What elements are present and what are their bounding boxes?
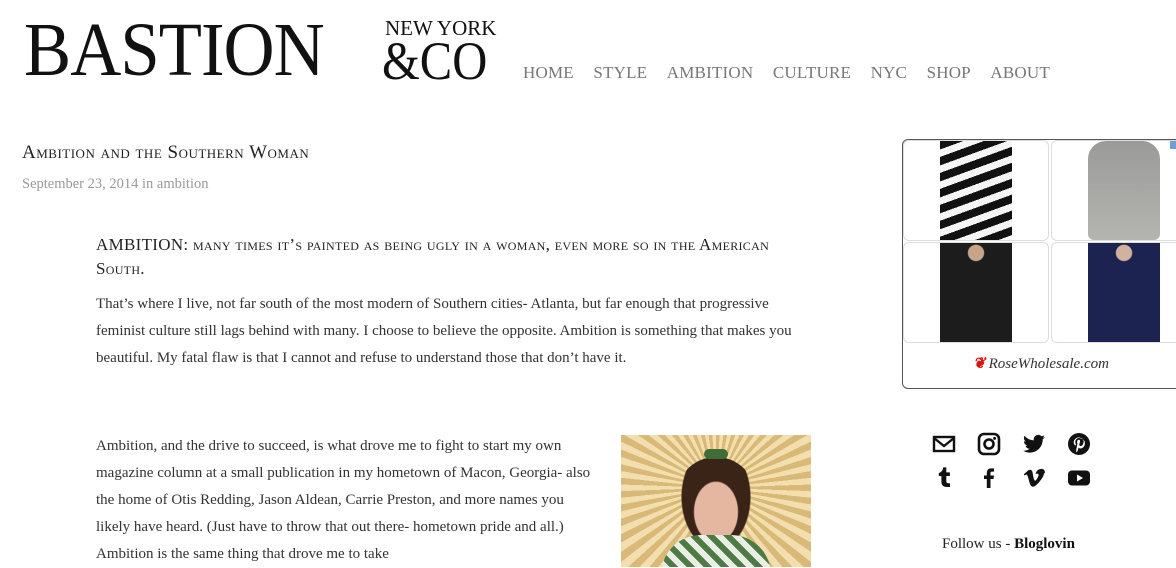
- nav-shop[interactable]: SHOP: [927, 63, 971, 83]
- post-title[interactable]: Ambition and the Southern Woman: [22, 142, 309, 164]
- post-category-link[interactable]: ambition: [157, 176, 209, 192]
- logo-wordmark: BASTION: [24, 8, 325, 92]
- instagram-icon[interactable]: [976, 432, 1002, 456]
- tumblr-icon[interactable]: [931, 466, 957, 490]
- nav-culture[interactable]: CULTURE: [773, 63, 851, 83]
- social-links: [926, 432, 1106, 500]
- nav-nyc[interactable]: NYC: [871, 63, 908, 83]
- pinterest-icon[interactable]: [1066, 432, 1092, 456]
- rose-icon: ❦: [973, 356, 986, 372]
- ad-brand-logo[interactable]: ❦ RoseWholesale.com: [973, 354, 1109, 373]
- email-icon[interactable]: [931, 432, 957, 456]
- ad-product-1[interactable]: [903, 140, 1049, 241]
- ad-product-image: [1088, 141, 1160, 240]
- ad-product-image: [940, 243, 1012, 342]
- follow-us: Follow us - Bloglovin: [942, 536, 1075, 553]
- post-paragraph-2: Ambition, and the drive to succeed, is w…: [96, 438, 591, 562]
- ad-product-3[interactable]: [903, 242, 1049, 343]
- nav-style[interactable]: STYLE: [593, 63, 647, 83]
- portrait-image: [621, 435, 811, 567]
- ad-brand-text: RoseWholesale.com: [988, 356, 1109, 372]
- post-paragraph-1: That’s where I live, not far south of th…: [96, 296, 792, 366]
- vimeo-icon[interactable]: [1021, 466, 1047, 490]
- follow-label: Follow us -: [942, 536, 1015, 552]
- youtube-icon[interactable]: [1066, 466, 1092, 490]
- post-meta-in: in: [142, 176, 154, 192]
- facebook-icon[interactable]: [976, 466, 1002, 490]
- nav-ambition[interactable]: AMBITION: [667, 63, 754, 83]
- ad-choices-icon[interactable]: [1170, 141, 1176, 149]
- nav-about[interactable]: ABOUT: [990, 63, 1050, 83]
- ad-product-image: [940, 141, 1012, 240]
- ad-product-2[interactable]: [1051, 140, 1176, 241]
- portrait-bow: [704, 449, 728, 459]
- post-meta: September 23, 2014 in ambition: [22, 176, 208, 193]
- post-date: September 23, 2014: [22, 176, 139, 192]
- logo-co: &CO: [382, 31, 488, 91]
- bloglovin-link[interactable]: Bloglovin: [1014, 536, 1075, 552]
- sidebar-ad[interactable]: ❦ RoseWholesale.com: [902, 139, 1176, 389]
- twitter-icon[interactable]: [1021, 432, 1047, 456]
- portrait-dress: [661, 535, 771, 567]
- nav-home[interactable]: HOME: [523, 63, 574, 83]
- ad-product-4[interactable]: [1051, 242, 1176, 343]
- site-logo[interactable]: BASTION NEW YORK &CO: [24, 8, 504, 92]
- post-lead: AMBITION: many times it’s painted as bei…: [96, 235, 770, 278]
- main-nav: HOME STYLE AMBITION CULTURE NYC SHOP ABO…: [523, 63, 1069, 83]
- ad-product-image: [1088, 243, 1160, 342]
